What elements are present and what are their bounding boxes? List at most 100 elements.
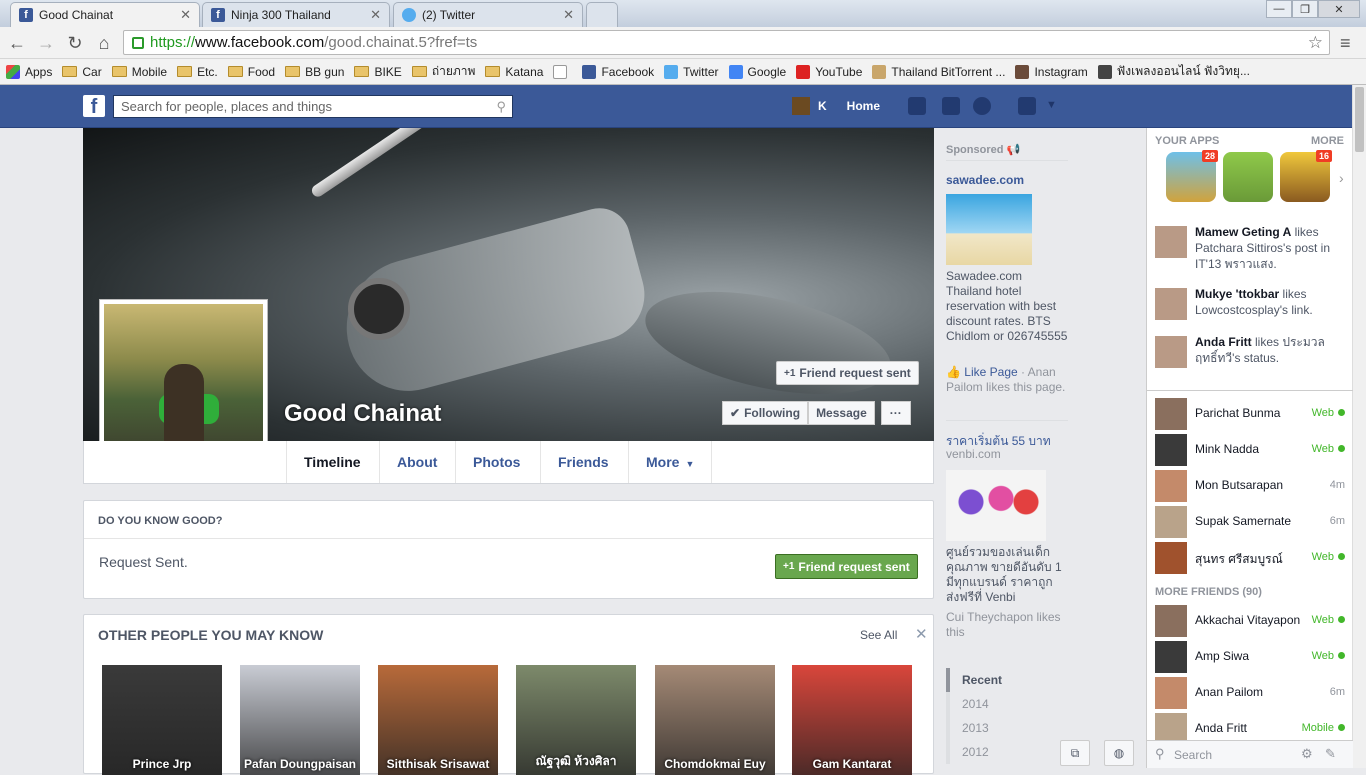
bookmark-item[interactable]: Twitter	[664, 64, 719, 79]
bookmark-item[interactable]: Katana	[485, 65, 543, 79]
following-button[interactable]: ✔ Following	[722, 401, 809, 425]
chat-friend[interactable]: Mon Butsarapan 4m	[1155, 468, 1345, 504]
new-tab-button[interactable]	[586, 2, 618, 27]
person-name: Prince Jrp	[132, 757, 192, 771]
chat-friend[interactable]: Supak Samernate 6m	[1155, 504, 1345, 540]
ad-image-ducks[interactable]	[946, 470, 1046, 541]
like-page-link[interactable]: Like Page	[964, 365, 1017, 379]
tab-more[interactable]: More ▼	[628, 441, 713, 483]
ticker-item[interactable]: Mukye 'ttokbar likes Lowcostcosplay's li…	[1155, 286, 1345, 320]
bookmark-item[interactable]	[553, 64, 572, 79]
chat-friend[interactable]: Amp Siwa Web	[1155, 639, 1345, 675]
facebook-search-input[interactable]: Search for people, places and things ⚲	[113, 95, 513, 118]
ad-image-sawadee[interactable]	[946, 194, 1032, 265]
notifications-globe-icon[interactable]	[973, 97, 991, 115]
bookmark-item[interactable]: Facebook	[582, 64, 654, 79]
avatar[interactable]	[792, 97, 810, 115]
bookmark-item[interactable]: BIKE	[354, 65, 402, 79]
see-all-link[interactable]: See All	[860, 628, 897, 642]
facebook-logo-icon[interactable]: f	[83, 95, 105, 118]
globe-icon[interactable]: ◍	[1104, 740, 1134, 766]
close-tab-icon[interactable]: ✕	[180, 7, 191, 23]
person-card[interactable]: Gam Kantarat	[792, 665, 912, 775]
check-icon: ✔	[730, 406, 741, 420]
bookmark-item[interactable]: YouTube	[796, 64, 862, 79]
person-card[interactable]: Pafan Doungpaisan	[240, 665, 360, 775]
close-tab-icon[interactable]: ✕	[563, 7, 574, 23]
bookmark-item[interactable]: ฟังเพลงออนไลน์ ฟังวิทยุ...	[1097, 62, 1250, 81]
tab-friends[interactable]: Friends	[540, 441, 626, 483]
tab-about[interactable]: About	[379, 441, 454, 483]
chat-friend[interactable]: สุนทร ศรีสมบูรณ์ Web	[1155, 540, 1345, 576]
game-icon[interactable]: 28	[1166, 150, 1218, 202]
bookmark-item[interactable]: Google	[728, 64, 786, 79]
back-arrow-icon[interactable]: ←	[6, 32, 28, 54]
friend-requests-icon[interactable]	[908, 97, 926, 115]
person-card[interactable]: Sitthisak Srisawat	[378, 665, 498, 775]
chat-friend[interactable]: Mink Nadda Web	[1155, 432, 1345, 468]
ticker-item[interactable]: Anda Fritt likes ประมวล ฤทธิ์ทวี's statu…	[1155, 334, 1345, 368]
scrollbar-thumb[interactable]	[1355, 87, 1364, 152]
privacy-shortcuts-icon[interactable]	[1018, 97, 1036, 115]
year-link[interactable]: 2012	[946, 740, 1068, 764]
browser-tab-good-chainat[interactable]: f Good Chainat ✕	[10, 2, 200, 27]
chrome-menu-icon[interactable]: ≡	[1340, 33, 1351, 54]
forward-arrow-icon[interactable]: →	[35, 32, 57, 54]
notification-badge: 28	[1201, 150, 1218, 162]
profile-name[interactable]: Good Chainat	[284, 400, 441, 428]
person-card[interactable]: Prince Jrp	[102, 665, 222, 775]
bookmark-item[interactable]: ถ่ายภาพ	[411, 62, 475, 81]
friend-request-sent-button-green[interactable]: +1 Friend request sent	[775, 554, 918, 579]
bookmark-item[interactable]: Mobile	[111, 65, 167, 79]
address-bar[interactable]: https:// www.facebook.com /good.chainat.…	[123, 30, 1330, 55]
ticker-item[interactable]: Mamew Geting A likes Patchara Sittiros's…	[1155, 224, 1345, 272]
person-card[interactable]: Chomdokmai Euy	[655, 665, 775, 775]
home-link[interactable]: Home	[847, 99, 880, 113]
search-icon[interactable]: ⚲	[496, 99, 506, 115]
bookmark-item[interactable]: Food	[227, 65, 275, 79]
page-scrollbar[interactable]	[1352, 85, 1366, 768]
user-name-link[interactable]: K	[818, 99, 827, 113]
compose-icon[interactable]: ✎	[1325, 746, 1336, 762]
close-icon[interactable]: ✕	[915, 625, 928, 643]
chat-friend[interactable]: Akkachai Vitayapon Web	[1155, 603, 1345, 639]
chat-popout-icon[interactable]: ⧉	[1060, 740, 1090, 766]
ad-title[interactable]: sawadee.com	[946, 173, 1024, 187]
bookmark-star-icon[interactable]: ☆	[1308, 33, 1323, 53]
bookmark-item[interactable]: Instagram	[1015, 64, 1088, 79]
person-card[interactable]: ณัฐวุฒิ ห้วงศิลา	[516, 665, 636, 775]
friend-request-sent-button[interactable]: +1 Friend request sent	[776, 361, 919, 385]
apps-more-link[interactable]: MORE	[1311, 135, 1344, 147]
presence-status: Web	[1312, 650, 1345, 662]
messages-icon[interactable]	[942, 97, 960, 115]
chat-friend[interactable]: Anan Pailom 6m	[1155, 675, 1345, 711]
bookmark-item[interactable]: Apps	[6, 64, 52, 79]
chevron-right-icon[interactable]: ›	[1339, 170, 1344, 186]
chat-search-input[interactable]: ⚲ Search ⚙ ✎	[1147, 740, 1353, 768]
settings-chevron-down-icon[interactable]: ▼	[1046, 99, 1057, 111]
maximize-icon[interactable]: ❐	[1292, 0, 1318, 18]
browser-tab-twitter[interactable]: (2) Twitter ✕	[393, 2, 583, 27]
home-icon[interactable]: ⌂	[93, 32, 115, 54]
talking-tom-icon[interactable]	[1223, 152, 1273, 202]
close-window-icon[interactable]: ✕	[1318, 0, 1360, 18]
browser-tab-ninja[interactable]: f Ninja 300 Thailand ✕	[202, 2, 390, 27]
bookmark-item[interactable]: BB gun	[285, 65, 344, 79]
year-link[interactable]: 2014	[946, 692, 1068, 716]
minimize-icon[interactable]: —	[1266, 0, 1292, 18]
farm-game-icon[interactable]: 16	[1280, 150, 1332, 202]
more-options-button[interactable]: ···	[880, 401, 911, 425]
reload-icon[interactable]: ↻	[64, 32, 86, 54]
tab-timeline[interactable]: Timeline	[286, 441, 378, 483]
bookmark-item[interactable]: Etc.	[177, 65, 218, 79]
year-link[interactable]: Recent	[946, 668, 1068, 692]
gear-icon[interactable]: ⚙	[1301, 746, 1313, 762]
message-button[interactable]: Message	[808, 401, 875, 425]
bookmark-item[interactable]: Car	[62, 65, 102, 79]
year-link[interactable]: 2013	[946, 716, 1068, 740]
close-tab-icon[interactable]: ✕	[370, 7, 381, 23]
chat-friend[interactable]: Parichat Bunma Web	[1155, 396, 1345, 432]
tab-photos[interactable]: Photos	[455, 441, 537, 483]
bookmark-label: Twitter	[683, 64, 719, 79]
bookmark-item[interactable]: Thailand BitTorrent ...	[872, 64, 1005, 79]
